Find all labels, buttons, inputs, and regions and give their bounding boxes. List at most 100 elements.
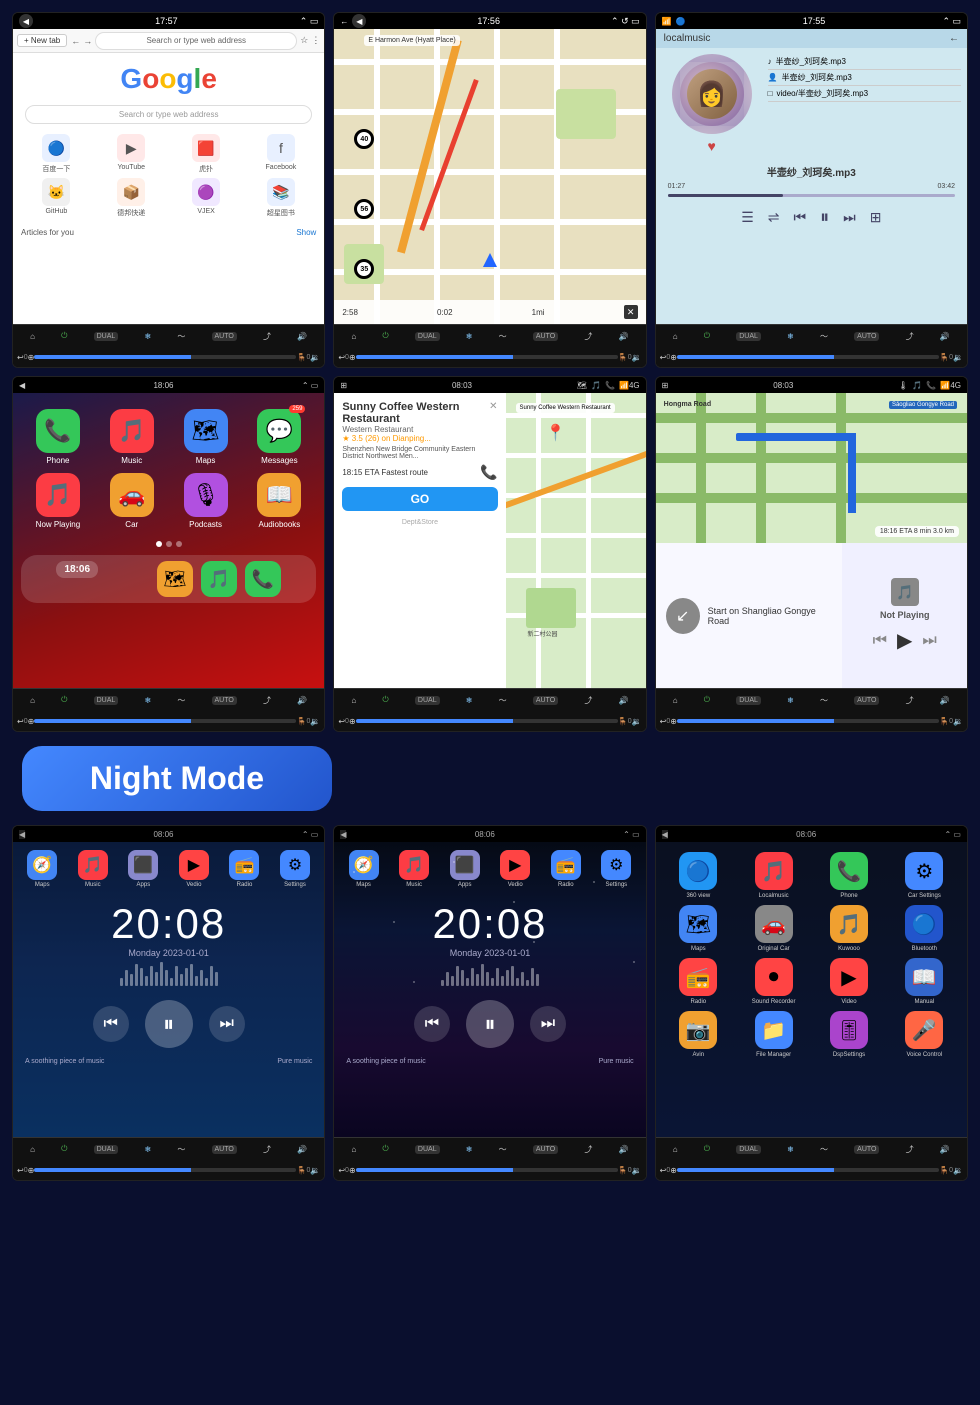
back-icon-7[interactable]: ↩ [17,1166,24,1175]
fan-icon-3[interactable]: ⊕ [670,353,677,362]
power-icon-8[interactable]: ⏻ [382,1144,388,1154]
back-button-1[interactable]: ◀ [19,14,33,28]
snowflake-icon-7[interactable]: ❄ [144,1145,151,1154]
night-app-maps-7[interactable]: 🧭 Maps [27,850,57,888]
seat-icon-5[interactable]: 🪑 [618,717,628,726]
back-button-2[interactable]: ◀ [352,14,366,28]
show-label[interactable]: Show [296,228,316,237]
back-icon-9[interactable]: ↩ [660,1166,667,1175]
go-button[interactable]: GO [342,487,497,511]
vol-down-1[interactable]: 🔉 [310,353,320,362]
power-icon-3[interactable]: ⏻ [704,331,710,341]
back-icon-2[interactable]: ↩ [338,353,345,362]
seat-icon-6[interactable]: 🪑 [939,717,949,726]
volume-icon-6[interactable]: 🔊 [940,696,950,705]
back-icon-4[interactable]: ↩ [17,717,24,726]
temp-slider-8[interactable] [356,1168,618,1172]
app-voicecontrol[interactable]: 🎤 Voice Control [890,1011,959,1058]
bookmark-github[interactable]: 🐱 GitHub [21,178,92,218]
curve-icon-1[interactable]: ⤴ [263,331,271,342]
browser-tab[interactable]: + New tab [17,34,67,47]
ac-icon-8[interactable]: 〜 [499,1144,507,1155]
back-icon-3[interactable]: ↩ [660,353,667,362]
ac-icon-5[interactable]: 〜 [499,695,507,706]
nav-play-btn[interactable]: ▶ [897,628,912,653]
temp-slider-7[interactable] [34,1168,296,1172]
power-icon-1[interactable]: ⏻ [61,331,67,341]
volume-icon-2[interactable]: 🔊 [619,332,629,341]
nav-next-btn[interactable]: ⏭ [922,632,936,650]
night-play-btn-7[interactable]: ⏸ [145,1000,193,1048]
curve-icon-9[interactable]: ⤴ [906,1144,914,1155]
app-carsettings[interactable]: ⚙ Car Settings [890,852,959,899]
nav-arrow-left[interactable]: ← [340,17,348,26]
home-icon-1[interactable]: ⌂ [30,332,35,341]
auto-btn-6[interactable]: AUTO [854,696,879,705]
curve-icon-8[interactable]: ⤴ [584,1144,592,1155]
back-icon-8[interactable]: ↩ [338,1166,345,1175]
app-video[interactable]: ▶ Video [814,958,883,1005]
back-button-4[interactable]: ◀ [19,381,25,390]
auto-btn-8[interactable]: AUTO [533,1145,558,1154]
night-app-music-7[interactable]: 🎵 Music [78,850,108,888]
app-phone[interactable]: 📞 Phone [814,852,883,899]
curve-icon-7[interactable]: ⤴ [263,1144,271,1155]
heart-icon[interactable]: ♥ [708,138,716,154]
app-radio[interactable]: 📻 Radio [664,958,733,1005]
pause-icon[interactable]: ⏸ [820,207,829,228]
seat-icon-8[interactable]: 🪑 [618,1166,628,1175]
ac-icon-4[interactable]: 〜 [177,695,185,706]
home-icon-3[interactable]: ⌂ [673,332,678,341]
night-prev-btn-7[interactable]: ⏮ [93,1006,129,1042]
home-icon-4[interactable]: ⌂ [30,696,35,705]
night-app-vedio-7[interactable]: ▶ Vedio [179,850,209,888]
snowflake-icon-2[interactable]: ❄ [466,332,473,341]
curve-icon-4[interactable]: ⤴ [263,695,271,706]
ac-icon-9[interactable]: 〜 [820,1144,828,1155]
home-icon-8[interactable]: ⌂ [351,1145,356,1154]
carplay-app-maps[interactable]: 🗺 Maps [173,409,239,465]
volume-icon-1[interactable]: 🔊 [297,332,307,341]
fan-icon-9[interactable]: ⊕ [670,1166,677,1175]
auto-btn-2[interactable]: AUTO [533,332,558,341]
ac-icon-1[interactable]: 〜 [177,331,185,342]
curve-icon-5[interactable]: ⤴ [584,695,592,706]
bookmark-chaoxing[interactable]: 📚 超星图书 [245,178,316,218]
next-icon[interactable]: ⏭ [843,209,856,226]
vol-down-2[interactable]: 🔉 [632,353,642,362]
browser-search-bar[interactable]: Search or type web address [25,105,312,124]
power-icon-7[interactable]: ⏻ [61,1144,67,1154]
app-avin[interactable]: 📷 Avin [664,1011,733,1058]
dual-btn-3[interactable]: DUAL [736,332,761,341]
volume-icon-4[interactable]: 🔊 [297,696,307,705]
snowflake-icon-3[interactable]: ❄ [787,332,794,341]
bookmark-facebook[interactable]: f Facebook [245,134,316,174]
fan-icon-4[interactable]: ⊕ [28,717,35,726]
grid-icon-5[interactable]: ⊞ [340,381,347,390]
temp-slider-1[interactable] [34,355,296,359]
dual-btn-1[interactable]: DUAL [94,332,119,341]
music-icon-5[interactable]: 🎵 [591,381,601,390]
volume-icon-5[interactable]: 🔊 [619,696,629,705]
back-button-7[interactable]: ◀ [19,830,25,839]
bookmark-debang[interactable]: 📦 德邦快递 [96,178,167,218]
power-icon-2[interactable]: ⏻ [382,331,388,341]
bookmark-hupuh[interactable]: 🟥 虎扑 [171,134,242,174]
temp-slider-6[interactable] [677,719,939,723]
music-icon-6[interactable]: 🎵 [912,381,922,390]
auto-btn-5[interactable]: AUTO [533,696,558,705]
dual-btn-8[interactable]: DUAL [415,1145,440,1154]
vol-down-4[interactable]: 🔉 [310,717,320,726]
volume-icon-3[interactable]: 🔊 [940,332,950,341]
power-icon-6[interactable]: ⏻ [704,695,710,705]
dual-btn-6[interactable]: DUAL [736,696,761,705]
temp-slider-5[interactable] [356,719,618,723]
dock-music-icon[interactable]: 🎵 [201,561,237,597]
app-localmusic[interactable]: 🎵 Localmusic [739,852,808,899]
menu-icon[interactable]: ⋮ [311,35,320,46]
browser-forward[interactable]: → [83,36,92,46]
ac-icon-6[interactable]: 〜 [820,695,828,706]
url-bar[interactable]: Search or type web address [95,32,297,50]
temp-slider-3[interactable] [677,355,939,359]
seat-icon-9[interactable]: 🪑 [939,1166,949,1175]
